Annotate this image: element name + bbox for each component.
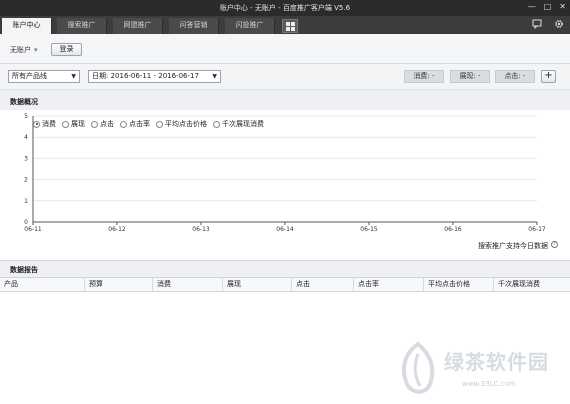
radio-cpm[interactable]: 千次展现消费: [213, 119, 264, 129]
today-data-note: 搜索推广支持今日数据: [478, 242, 548, 250]
y-tick-label: 3: [24, 155, 28, 162]
minimize-button[interactable]: —: [528, 2, 536, 11]
tab-search-promotion[interactable]: 搜索推广: [57, 18, 107, 34]
x-tick-label: 06-12: [108, 226, 126, 233]
column-header[interactable]: 平均点击价格: [424, 278, 494, 292]
date-range-select[interactable]: 日期: 2016-06-11 - 2016-06-17 ▼: [88, 70, 221, 83]
x-tick-label: 06-15: [360, 226, 378, 233]
x-tick-label: 06-14: [276, 226, 294, 233]
radio-dot-icon: [156, 120, 163, 128]
close-button[interactable]: ✕: [559, 2, 566, 11]
watermark: 绿茶软件园 www.33LC.com: [396, 338, 566, 400]
overview-chart: 0 1 2 3 4 5 06-11 06-12 06-13 06-14 06-15 06-16 06-1…: [0, 110, 570, 260]
radio-dot-icon: [91, 120, 98, 128]
y-tick-label: 4: [24, 134, 28, 141]
radio-dot-icon: [62, 120, 69, 128]
y-tick-label: 0: [24, 219, 28, 226]
product-line-select[interactable]: 所有产品线 ▼: [8, 70, 80, 83]
maximize-button[interactable]: □: [544, 2, 552, 11]
gear-icon[interactable]: [554, 19, 564, 32]
radio-cost[interactable]: 消费: [33, 119, 56, 129]
account-label: 无账户: [10, 46, 31, 54]
overview-title: 数据概况: [10, 98, 38, 106]
chevron-down-icon: ▼: [71, 73, 76, 80]
y-tick-label: 5: [24, 113, 28, 120]
x-tick-label: 06-16: [444, 226, 462, 233]
help-icon[interactable]: ?: [551, 241, 558, 248]
title-bar: 账户中心 - 无账户 - 百度推广客户端 V5.6 — □ ✕: [0, 0, 570, 16]
radio-ctr[interactable]: 点击率: [120, 119, 150, 129]
window-title: 账户中心 - 无账户 - 百度推广客户端 V5.6: [219, 4, 351, 12]
column-header[interactable]: 消费: [153, 278, 223, 292]
x-tick-label: 06-11: [24, 226, 42, 233]
chevron-down-icon: ▼: [212, 73, 217, 80]
column-header[interactable]: 点击率: [354, 278, 424, 292]
table-header: 产品 预算 消费 展现 点击 点击率 平均点击价格 千次展现消费: [0, 278, 570, 292]
column-header[interactable]: 点击: [292, 278, 354, 292]
message-icon[interactable]: [532, 19, 542, 32]
window-controls: — □ ✕: [528, 2, 566, 11]
main-tab-bar: 账户中心 搜索推广 网盟推广 问答营销 闪投推广: [0, 16, 570, 34]
tab-union-promotion[interactable]: 网盟推广: [113, 18, 163, 34]
column-header[interactable]: 预算: [85, 278, 153, 292]
y-tick-label: 2: [24, 177, 28, 184]
add-metric-button[interactable]: +: [541, 70, 556, 83]
radio-impressions[interactable]: 展现: [62, 119, 85, 129]
login-button[interactable]: 登录: [51, 43, 82, 56]
x-tick-label: 06-17: [528, 226, 546, 233]
apps-grid-icon[interactable]: [282, 19, 298, 33]
metric-clicks[interactable]: 点击: -: [495, 70, 535, 83]
radio-dot-icon: [33, 120, 40, 128]
radio-dot-icon: [213, 120, 220, 128]
column-header[interactable]: 千次展现消费: [494, 278, 570, 292]
radio-dot-icon: [120, 120, 127, 128]
radio-clicks[interactable]: 点击: [91, 119, 114, 129]
divider: [0, 260, 570, 261]
chevron-down-icon: ▾: [34, 46, 38, 54]
column-header[interactable]: 产品: [0, 278, 85, 292]
metric-cost[interactable]: 消费: -: [404, 70, 444, 83]
report-title: 数据报告: [10, 266, 38, 274]
watermark-text: 绿茶软件园: [444, 350, 549, 374]
y-tick-label: 1: [24, 198, 28, 205]
column-header[interactable]: 展现: [223, 278, 292, 292]
tab-flash-promotion[interactable]: 闪投推广: [225, 18, 275, 34]
filter-bar: 所有产品线 ▼ 日期: 2016-06-11 - 2016-06-17 ▼ 消费…: [0, 64, 570, 90]
account-dropdown[interactable]: 无账户 ▾: [10, 45, 38, 55]
date-range-value: 日期: 2016-06-11 - 2016-06-17: [92, 72, 199, 80]
watermark-url: www.33LC.com: [462, 380, 516, 388]
x-tick-label: 06-13: [192, 226, 210, 233]
metric-impressions[interactable]: 展现: -: [450, 70, 490, 83]
radio-avg-cpc[interactable]: 平均点击价格: [156, 119, 207, 129]
product-line-value: 所有产品线: [12, 72, 47, 80]
metric-radio-group: 消费 展现 点击 点击率 平均点击价格 千次展现消费: [33, 119, 264, 129]
leaf-logo-icon: [401, 341, 435, 394]
tab-account-center[interactable]: 账户中心: [2, 18, 52, 34]
tab-qa-marketing[interactable]: 问答营销: [169, 18, 219, 34]
account-toolbar: 无账户 ▾ 登录: [0, 34, 570, 64]
line-chart: 0 1 2 3 4 5 06-11 06-12 06-13 06-14 06-15 06-16 06-1…: [24, 113, 546, 233]
